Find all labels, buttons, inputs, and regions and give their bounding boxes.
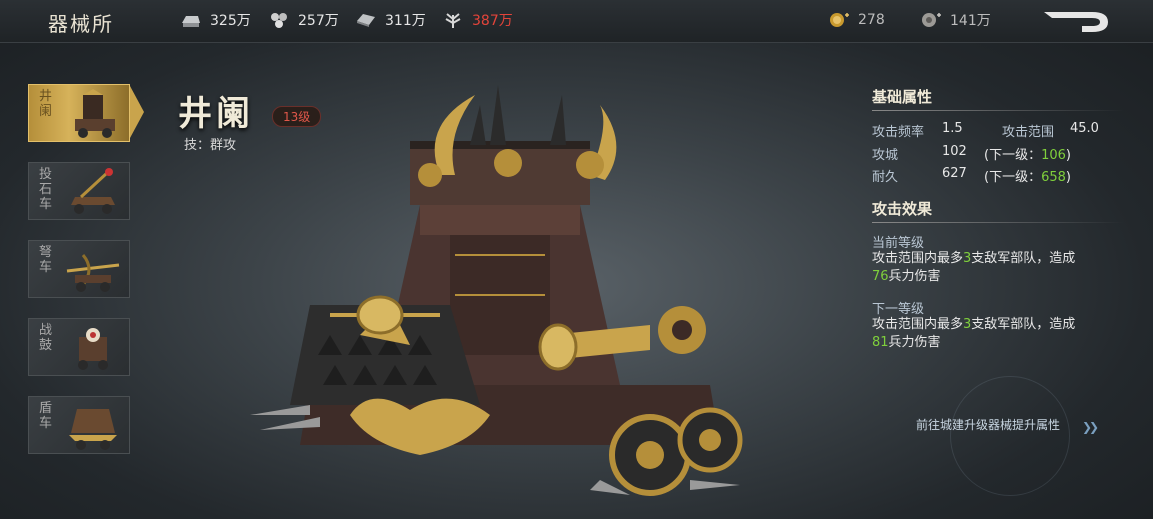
next-level-description: 攻击范围内最多3支敌军部队，造成 81兵力伤害 bbox=[872, 317, 1076, 350]
iron-icon bbox=[357, 14, 375, 27]
siege-engine-model bbox=[250, 85, 743, 496]
ballista-thumbnail bbox=[66, 254, 120, 292]
goto-upgrade-link[interactable]: 前往城建升级器械提升属性 bbox=[916, 416, 1060, 433]
tab-jinglan[interactable]: 井阑 bbox=[28, 84, 130, 142]
decorative-ring bbox=[950, 376, 1070, 496]
unit-name: 井阑 bbox=[178, 94, 254, 134]
catapult-thumbnail bbox=[71, 168, 115, 214]
tab-label: 弩车 bbox=[39, 245, 53, 275]
divider bbox=[872, 222, 1124, 223]
base-attributes-title: 基础属性 bbox=[872, 88, 933, 106]
durability-label: 耐久 bbox=[872, 170, 899, 185]
grain-icon bbox=[445, 13, 461, 28]
attack-range-value: 45.0 bbox=[1070, 121, 1099, 136]
grain-resource: 387万 bbox=[442, 10, 513, 30]
durability-next: (下一级：658) bbox=[984, 170, 1071, 185]
siege-label: 攻城 bbox=[872, 148, 899, 163]
tab-label: 战鼓 bbox=[39, 323, 53, 353]
current-level-label: 当前等级 bbox=[872, 236, 925, 251]
page-title: 器械所 bbox=[48, 12, 114, 36]
gold-currency[interactable]: 278 bbox=[828, 10, 885, 30]
tab-catapult[interactable]: 投石车 bbox=[28, 162, 130, 220]
silver-ingot-icon bbox=[182, 16, 200, 27]
war-drum-thumbnail bbox=[78, 328, 108, 370]
wood-resource: 257万 bbox=[268, 10, 339, 30]
attack-rate-value: 1.5 bbox=[942, 121, 963, 136]
copper-coin-icon bbox=[922, 13, 941, 27]
tab-label: 投石车 bbox=[39, 167, 53, 212]
copper-currency[interactable]: 141万 bbox=[920, 10, 991, 30]
siege-next: (下一级：106) bbox=[984, 148, 1071, 163]
wood-icon bbox=[271, 13, 287, 28]
tab-war-drum[interactable]: 战鼓 bbox=[28, 318, 130, 376]
attack-range-label: 攻击范围 bbox=[1002, 125, 1055, 140]
tab-label: 盾车 bbox=[39, 401, 53, 431]
tab-shield-cart[interactable]: 盾车 bbox=[28, 396, 130, 454]
divider bbox=[872, 110, 1124, 111]
current-level-description: 攻击范围内最多3支敌军部队，造成 76兵力伤害 bbox=[872, 251, 1076, 284]
back-button[interactable] bbox=[1042, 10, 1110, 34]
siege-tower-thumbnail bbox=[75, 89, 115, 138]
tab-label: 井阑 bbox=[39, 89, 53, 119]
tab-ballista[interactable]: 弩车 bbox=[28, 240, 130, 298]
active-tab-indicator bbox=[130, 86, 144, 138]
silver-resource: 325万 bbox=[180, 10, 251, 30]
unit-skill: 技：群攻 bbox=[184, 138, 237, 153]
siege-value: 102 bbox=[942, 144, 967, 159]
iron-resource: 311万 bbox=[355, 10, 426, 30]
attack-effect-title: 攻击效果 bbox=[872, 200, 933, 218]
shield-cart-thumbnail bbox=[69, 409, 117, 450]
double-chevron-right-icon[interactable]: ❯❯ bbox=[1082, 420, 1099, 434]
gold-coin-icon bbox=[830, 13, 849, 27]
attack-rate-label: 攻击频率 bbox=[872, 125, 925, 140]
top-bar: 器械所 325万 257万 311万 387万 278 141万 bbox=[0, 0, 1153, 43]
next-level-label: 下一等级 bbox=[872, 302, 925, 317]
durability-value: 627 bbox=[942, 166, 967, 181]
